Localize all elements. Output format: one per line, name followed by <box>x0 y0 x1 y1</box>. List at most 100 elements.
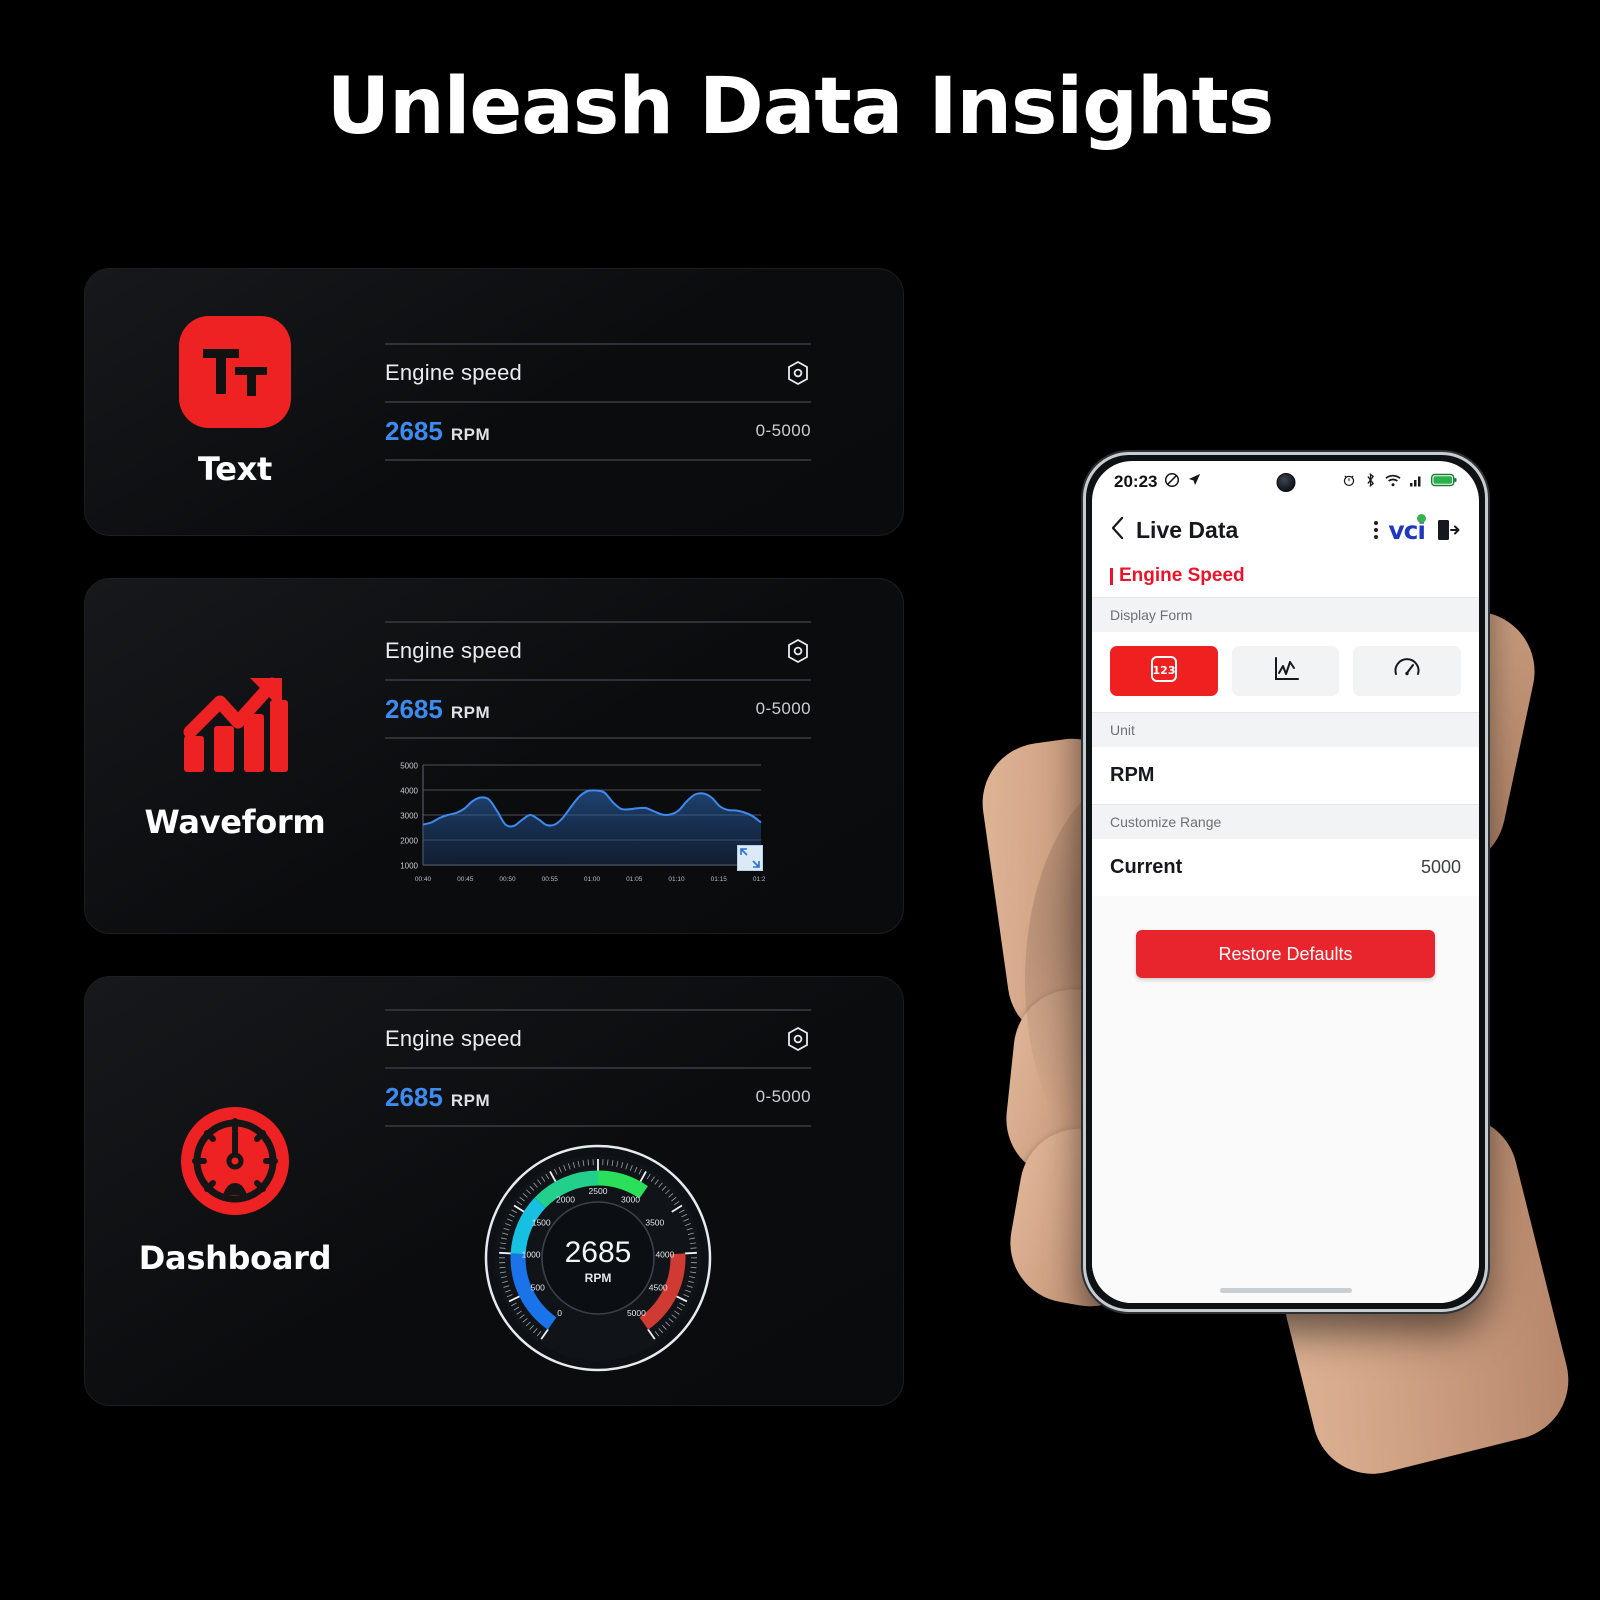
app-bar-title: Live Data <box>1136 516 1239 543</box>
display-form-options: 123 <box>1092 632 1479 712</box>
phone-screen: 20:23 Live Data vci Engine Speed Display… <box>1092 461 1479 1303</box>
restore-defaults-button[interactable]: Restore Defaults <box>1136 930 1435 978</box>
vci-logo[interactable]: vci <box>1388 513 1426 545</box>
line-chart-icon <box>1271 654 1301 689</box>
home-indicator[interactable] <box>1092 1277 1479 1303</box>
gauge-dial-icon <box>1392 654 1422 689</box>
promo-page: Unleash Data Insights Text Engine speed <box>0 0 1600 1600</box>
param-name-row[interactable]: Engine speed <box>385 1011 811 1069</box>
svg-text:2000: 2000 <box>556 1194 575 1204</box>
param-unit: RPM <box>450 424 491 444</box>
alarm-icon <box>1342 472 1356 492</box>
bluetooth-icon <box>1364 472 1377 492</box>
svg-text:00:50: 00:50 <box>499 876 516 883</box>
phone-in-hand: 20:23 Live Data vci Engine Speed Display… <box>974 430 1585 1490</box>
parameter-title: Engine Speed <box>1119 565 1245 586</box>
unit-value: RPM <box>1110 764 1155 786</box>
feature-card-waveform[interactable]: Waveform Engine speed 2685 RPM 0-5000 10… <box>84 578 904 934</box>
screen-empty-space <box>1092 1012 1479 1277</box>
svg-text:3000: 3000 <box>621 1194 640 1204</box>
gauge-icon <box>179 1105 291 1217</box>
card-label: Waveform <box>144 803 326 841</box>
card-content: Engine speed 2685 RPM <box>385 343 903 461</box>
feature-card-dashboard[interactable]: Dashboard Engine speed 2685 RPM 0-5000 0… <box>84 976 904 1406</box>
svg-text:5000: 5000 <box>627 1308 646 1318</box>
svg-text:1000: 1000 <box>400 862 418 871</box>
svg-text:0: 0 <box>557 1308 562 1318</box>
display-form-option-waveform[interactable] <box>1231 646 1340 696</box>
exit-door-icon[interactable] <box>1435 517 1461 543</box>
battery-icon <box>1430 472 1457 492</box>
feature-card-list: Text Engine speed 2685 RPM 0-5000 Wavefo… <box>84 268 904 1406</box>
param-value: 2685 <box>385 415 443 446</box>
section-header-display-form: Display Form <box>1092 597 1479 632</box>
svg-text:500: 500 <box>531 1282 545 1292</box>
gauge-widget[interactable]: 0 500 1000 1500 2000 2500 3000 3500 4000 4500 5000… <box>385 1143 811 1373</box>
card-icon-area: Waveform <box>85 671 385 841</box>
param-unit: RPM <box>450 1090 491 1110</box>
svg-text:123: 123 <box>1152 664 1175 677</box>
card-label: Text <box>197 450 273 488</box>
param-value-row: 2685 RPM 0-5000 <box>385 681 811 739</box>
front-camera <box>1276 473 1295 492</box>
param-value-row: 2685 RPM 0-5000 <box>385 1069 811 1127</box>
param-rows: Engine speed 2685 RPM 0-5000 <box>385 343 811 461</box>
svg-text:2500: 2500 <box>589 1186 608 1196</box>
param-name: Engine speed <box>385 1026 522 1051</box>
waveform-chart[interactable]: 1000 2000 3000 4000 5000 00:40 00:45 00:50 00:55… <box>385 759 765 891</box>
cellular-signal-icon <box>1409 472 1423 492</box>
range-current-row[interactable]: Current 5000 <box>1092 839 1479 896</box>
param-name-row[interactable]: Engine speed <box>385 345 811 403</box>
svg-text:3000: 3000 <box>400 812 418 821</box>
param-value-row: 2685 RPM 0-5000 <box>385 403 811 461</box>
svg-text:RPM: RPM <box>585 1271 612 1285</box>
card-label: Dashboard <box>138 1239 332 1277</box>
unit-row[interactable]: RPM <box>1092 747 1479 804</box>
smartphone-device: 20:23 Live Data vci Engine Speed Display… <box>1083 452 1488 1312</box>
text-format-icon <box>179 316 291 428</box>
svg-text:01:10: 01:10 <box>668 876 685 883</box>
param-rows: Engine speed 2685 RPM 0-5000 <box>385 621 811 739</box>
range-label: Current <box>1110 856 1183 878</box>
card-content: Engine speed 2685 RPM <box>385 621 903 891</box>
svg-text:1000: 1000 <box>522 1249 541 1259</box>
kebab-menu-icon[interactable] <box>1374 521 1379 539</box>
svg-text:00:40: 00:40 <box>415 876 432 883</box>
svg-text:01:05: 01:05 <box>626 876 643 883</box>
card-icon-area: Text <box>85 316 385 488</box>
location-arrow-icon <box>1187 472 1202 492</box>
svg-text:00:45: 00:45 <box>457 876 474 883</box>
param-range: 0-5000 <box>755 421 811 440</box>
card-content: Engine speed 2685 RPM <box>385 1009 903 1373</box>
hexagon-settings-icon[interactable] <box>785 360 811 386</box>
hexagon-settings-icon[interactable] <box>785 1026 811 1052</box>
section-header-unit: Unit <box>1092 712 1479 747</box>
red-accent-bar <box>1110 567 1113 585</box>
param-value: 2685 <box>385 693 443 724</box>
svg-text:1500: 1500 <box>532 1217 551 1227</box>
svg-text:4000: 4000 <box>400 787 418 796</box>
vci-status-dot <box>1417 513 1426 523</box>
display-form-option-dashboard[interactable] <box>1353 646 1462 696</box>
feature-card-text[interactable]: Text Engine speed 2685 RPM 0-5000 <box>84 268 904 536</box>
param-name-row[interactable]: Engine speed <box>385 623 811 681</box>
wifi-icon <box>1385 472 1401 492</box>
card-icon-area: Dashboard <box>85 1105 385 1277</box>
hexagon-settings-icon[interactable] <box>785 638 811 664</box>
param-value: 2685 <box>385 1081 443 1112</box>
display-form-option-numeric[interactable]: 123 <box>1110 646 1218 696</box>
chevron-left-icon[interactable] <box>1110 516 1126 545</box>
restore-defaults-area: Restore Defaults <box>1092 896 1479 1012</box>
param-name: Engine speed <box>385 638 522 663</box>
svg-text:00:55: 00:55 <box>542 876 559 883</box>
svg-text:2685: 2685 <box>565 1236 632 1269</box>
section-header-customize-range: Customize Range <box>1092 804 1479 839</box>
svg-text:4000: 4000 <box>655 1249 674 1259</box>
svg-text:3500: 3500 <box>645 1217 664 1227</box>
param-name: Engine speed <box>385 360 522 385</box>
param-rows: Engine speed 2685 RPM 0-5000 <box>385 1009 811 1127</box>
resize-handle-icon[interactable] <box>737 845 763 871</box>
svg-text:01:20: 01:20 <box>753 876 765 883</box>
app-bar: Live Data vci <box>1092 503 1479 557</box>
svg-text:2000: 2000 <box>400 837 418 846</box>
